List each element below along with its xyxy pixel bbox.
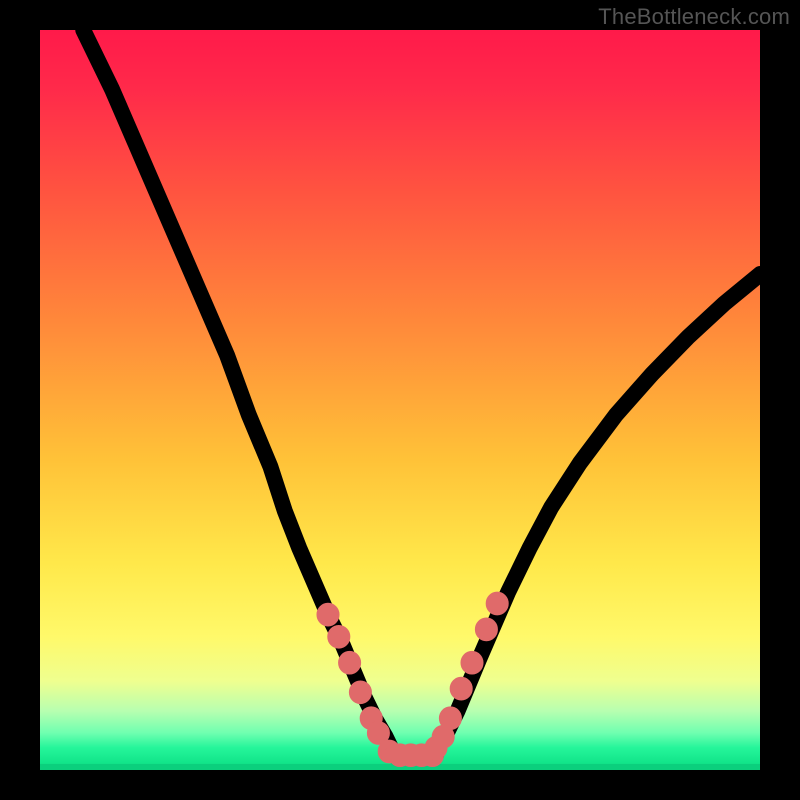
scatter-dot (370, 725, 386, 741)
plot-area (40, 30, 760, 770)
chart-frame: TheBottleneck.com (0, 0, 800, 800)
scatter-dot (464, 655, 480, 671)
scatter-dot (331, 629, 347, 645)
scatter-dot (320, 606, 336, 622)
scatter-dot (442, 710, 458, 726)
scatter-dot (453, 680, 469, 696)
curve-right-branch (436, 274, 760, 751)
curve-layer (40, 30, 760, 770)
scatter-dot (342, 655, 358, 671)
scatter-dot (435, 729, 451, 745)
scatter-dot (478, 621, 494, 637)
scatter-dot (489, 595, 505, 611)
watermark-text: TheBottleneck.com (598, 4, 790, 30)
scatter-dot (352, 684, 368, 700)
